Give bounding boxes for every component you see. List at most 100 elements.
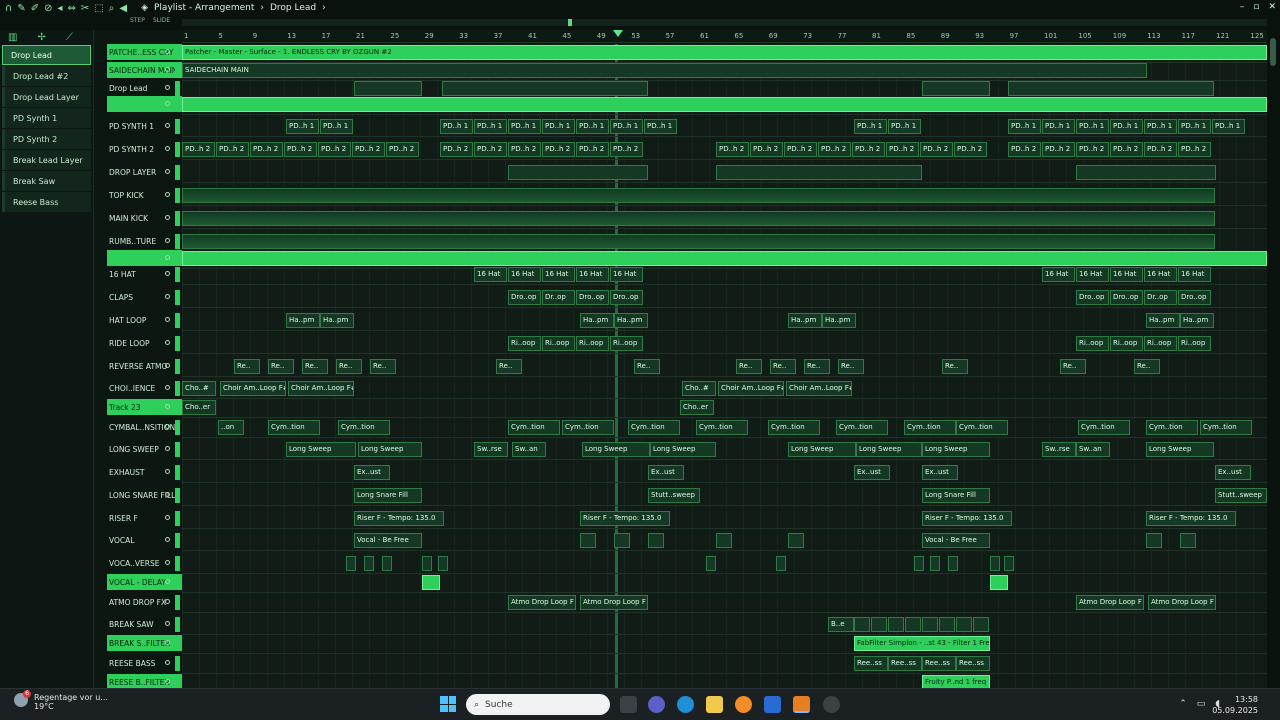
track-header[interactable]: BREAK S..FILTER (107, 635, 183, 651)
playlist-clip[interactable]: Ree..ss (854, 656, 888, 671)
start-icon[interactable] (440, 696, 456, 712)
playlist-clip[interactable] (716, 165, 922, 180)
playlist-clip[interactable]: Cym..tion (904, 420, 956, 435)
playlist-clip[interactable] (1008, 81, 1214, 96)
playlist-clip[interactable]: 16 Hat (542, 267, 575, 282)
playlist-clip[interactable]: Ha..pm (286, 313, 320, 328)
track-mute-icon[interactable] (165, 85, 170, 90)
weather-widget[interactable]: 6 Regentage vor u... 19°C (14, 690, 108, 711)
playlist-clip[interactable] (422, 556, 432, 571)
playlist-clip[interactable]: Cho..# (682, 381, 716, 396)
playlist-clip[interactable] (956, 617, 972, 632)
playlist-clip[interactable]: Dro..op (1076, 290, 1109, 305)
playlist-clip[interactable]: PD..h 1 (1212, 119, 1245, 134)
playlist-clip[interactable] (914, 556, 924, 571)
playlist-clip[interactable] (442, 81, 648, 96)
playlist-clip[interactable]: Long Snare Fill (354, 488, 422, 503)
playlist-clip[interactable]: Choir Am..Loop F# (288, 381, 354, 396)
playlist-clip[interactable]: Re.. (634, 359, 660, 374)
playlist-clip[interactable]: PD..h 2 (440, 142, 473, 157)
playlist-clip[interactable]: Dro..op (1110, 290, 1143, 305)
track-mute-icon[interactable] (165, 101, 170, 106)
playlist-clip[interactable] (930, 556, 940, 571)
playlist-clip[interactable]: Re.. (1134, 359, 1160, 374)
playlist-clip[interactable]: Atmo Drop Loop F (1076, 595, 1144, 610)
playlist-clip[interactable]: Cym..tion (338, 420, 390, 435)
picker-item[interactable]: PD Synth 1 (2, 108, 91, 128)
search-box[interactable]: ⌕ Suche (466, 694, 610, 715)
playlist-clip[interactable]: PD..h 1 (576, 119, 609, 134)
vertical-scroll-thumb[interactable] (1270, 38, 1276, 66)
playlist-clip[interactable]: Ha..pm (580, 313, 614, 328)
playlist-clip[interactable] (905, 617, 921, 632)
track-mute-icon[interactable] (165, 255, 170, 260)
playlist-clip[interactable]: Dr..op (1144, 290, 1177, 305)
track-mute-icon[interactable] (165, 271, 170, 276)
playlist-clip[interactable]: Cym..tion (1078, 420, 1130, 435)
playlist-clip[interactable] (922, 81, 990, 96)
playlist-clip[interactable]: PD..h 2 (508, 142, 541, 157)
playlist-clip[interactable]: Re.. (496, 359, 522, 374)
playlist-clip[interactable]: Cym..tion (768, 420, 820, 435)
playlist-clip[interactable]: Cym..tion (628, 420, 680, 435)
playlist-clip[interactable]: Ri..oop (508, 336, 541, 351)
playlist-clip[interactable]: Re.. (942, 359, 968, 374)
playlist-clip[interactable] (706, 556, 716, 571)
playlist-clip[interactable]: PD..h 2 (576, 142, 609, 157)
track-header[interactable]: BREAK SAW (107, 616, 183, 632)
playlist-clip[interactable] (716, 533, 732, 548)
track-mute-icon[interactable] (165, 469, 170, 474)
playlist-clip[interactable] (648, 533, 664, 548)
steam-icon[interactable] (823, 696, 840, 713)
track-header[interactable]: DROP LAYER (107, 164, 183, 180)
playlist-clip[interactable]: Long Sweep (922, 442, 990, 457)
playlist-clip[interactable] (354, 81, 422, 96)
playlist-clip[interactable]: PD..h 2 (542, 142, 575, 157)
track-header[interactable]: RISER F (107, 510, 183, 526)
playlist-clip[interactable]: Cym..tion (696, 420, 748, 435)
playlist-clip[interactable]: PD..h 2 (818, 142, 851, 157)
track-mute-icon[interactable] (165, 404, 170, 409)
playlist-clip[interactable]: 16 Hat (1042, 267, 1075, 282)
playlist-clip[interactable]: Sw..an (512, 442, 546, 457)
playlist-clip[interactable]: PD..h 1 (854, 119, 887, 134)
track-mute-icon[interactable] (165, 67, 170, 72)
track-mute-icon[interactable] (165, 660, 170, 665)
timeline-ruler[interactable]: 1 5 9 13 17 21 25 29 33 37 41 45 49 53 57 61 65 69 73 77 81 8… (182, 30, 1267, 43)
playlist-clip[interactable]: Atmo Drop Loop F (508, 595, 576, 610)
track-mute-icon[interactable] (165, 123, 170, 128)
playlist-clip[interactable]: PD..h 2 (716, 142, 749, 157)
track-header[interactable]: MAIN KICK (107, 210, 183, 226)
playlist-clip[interactable]: Riser F - Tempo: 135.0 (1146, 511, 1236, 526)
close-icon[interactable]: ✕ (1268, 2, 1276, 12)
playlist-clip[interactable]: PD..h 2 (784, 142, 817, 157)
minimize-icon[interactable]: – (1240, 2, 1245, 12)
playlist-clip[interactable]: Long Sweep (856, 442, 922, 457)
playlist-clip[interactable]: Ree..ss (888, 656, 922, 671)
playlist-clip[interactable]: Re.. (804, 359, 830, 374)
playlist-clip[interactable]: Choir Am..Loop F# (718, 381, 784, 396)
playlist-clip[interactable]: Dro..op (610, 290, 643, 305)
track-header[interactable]: PD SYNTH 2 (107, 141, 183, 157)
chevron-up-icon[interactable]: ⌃ (1179, 699, 1187, 709)
playlist-clip[interactable]: Ha..pm (614, 313, 648, 328)
select-icon[interactable]: ⬚ (94, 3, 103, 14)
playlist-clip[interactable]: Fruity P..nd 1 freq (922, 675, 990, 688)
playlist-clip[interactable]: Re.. (336, 359, 362, 374)
track-mute-icon[interactable] (165, 317, 170, 322)
playlist-clip[interactable]: PD..h 2 (216, 142, 249, 157)
picker-item[interactable]: Break Lead Layer (2, 150, 91, 170)
playlist-clip[interactable]: Re.. (268, 359, 294, 374)
playlist-clip[interactable] (939, 617, 955, 632)
playlist-clip[interactable]: Stutt..sweep (648, 488, 700, 503)
playlist-clip[interactable]: Ree..ss (956, 656, 990, 671)
playlist-clip[interactable]: PD..h 1 (542, 119, 575, 134)
playlist-clip[interactable]: Long Sweep (358, 442, 422, 457)
playlist-clip[interactable]: PD..h 1 (888, 119, 921, 134)
playlist-clip[interactable]: Long Sweep (1146, 442, 1214, 457)
playlist-clip[interactable]: 16 Hat (474, 267, 507, 282)
playlist-clip[interactable] (1180, 533, 1196, 548)
playlist-clip[interactable] (346, 556, 356, 571)
playlist-clip[interactable] (422, 575, 440, 590)
playlist-clip[interactable]: Cho..er (680, 400, 714, 415)
